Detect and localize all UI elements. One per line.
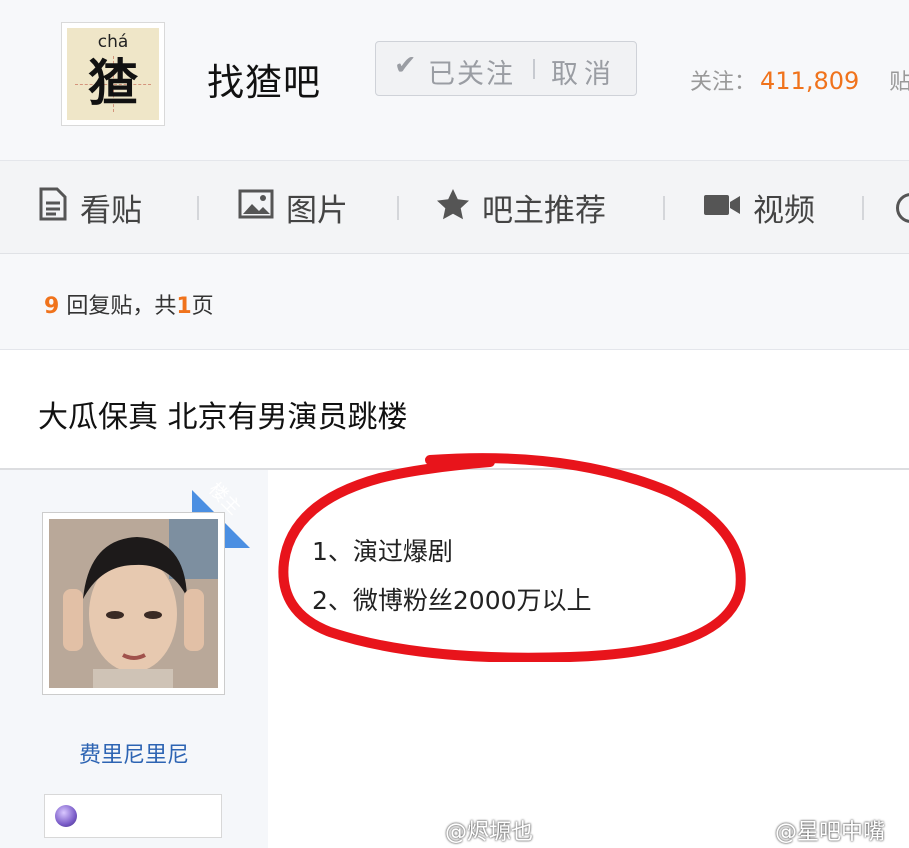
- reply-suffix: 回复贴，共: [66, 294, 177, 319]
- thread-title: 大瓜保真 北京有男演员跳楼: [38, 400, 408, 435]
- red-circle-annotation: [278, 453, 746, 662]
- page-suffix: 页: [191, 294, 214, 319]
- video-camera-icon: [703, 190, 741, 226]
- tab-divider: [663, 196, 665, 220]
- followers-count: 411,809: [760, 67, 860, 95]
- reply-summary-text: 9 回复贴，共1页: [44, 288, 214, 320]
- star-icon: [436, 188, 470, 228]
- tab-videos[interactable]: 视频: [703, 185, 815, 229]
- follow-button-divider: [533, 59, 535, 79]
- watermark-text: @星吧中嘴: [775, 820, 886, 845]
- followers-label: 关注：: [690, 70, 757, 95]
- bar-title[interactable]: 找猹吧: [207, 52, 321, 106]
- tab-posts[interactable]: 看贴: [38, 185, 142, 229]
- image-icon: [238, 189, 274, 227]
- tab-posts-label: 看贴: [80, 193, 142, 229]
- tab-videos-label: 视频: [753, 193, 815, 229]
- document-icon: [38, 187, 68, 229]
- bar-logo[interactable]: chá 猹: [61, 22, 165, 126]
- reply-summary: 9 回复贴，共1页: [0, 254, 909, 350]
- unfollow-button[interactable]: 取消: [551, 52, 617, 91]
- avatar[interactable]: [42, 512, 225, 695]
- weibo-icon: [415, 819, 441, 847]
- tab-nav: 看贴 图片 吧主推荐 视频: [0, 161, 909, 254]
- weibo-icon: [745, 819, 771, 847]
- watermark: @星吧中嘴: [745, 814, 885, 847]
- posts-label: 贴: [889, 70, 909, 95]
- tab-featured-label: 吧主推荐: [482, 193, 606, 229]
- level-badge-icon: [55, 805, 77, 827]
- bar-stats: 关注： 411,809 贴: [690, 64, 909, 96]
- avatar-image: [49, 519, 218, 688]
- logo-character: 猹: [88, 54, 138, 112]
- watermark: @烬塬也: [415, 814, 533, 847]
- follow-button[interactable]: ✔ 已关注 取消: [375, 41, 637, 96]
- logo-pinyin: chá: [97, 32, 129, 52]
- tab-divider: [197, 196, 199, 220]
- author-badge[interactable]: [44, 794, 222, 838]
- page-count: 1: [176, 294, 192, 319]
- tab-featured[interactable]: 吧主推荐: [436, 185, 606, 229]
- tab-divider: [862, 196, 864, 220]
- tab-divider: [397, 196, 399, 220]
- check-icon: ✔: [394, 50, 417, 81]
- forum-header: chá 猹 找猹吧 ✔ 已关注 取消 关注： 411,809 贴: [0, 0, 909, 161]
- more-tab-icon[interactable]: [896, 193, 909, 223]
- tab-images-label: 图片: [286, 193, 348, 229]
- logo-image: chá 猹: [67, 28, 159, 120]
- author-name-link[interactable]: 费里尼里尼: [0, 737, 268, 769]
- reply-count: 9: [44, 294, 60, 319]
- watermark-text: @烬塬也: [445, 820, 534, 845]
- followed-label: 已关注: [428, 59, 515, 90]
- tab-images[interactable]: 图片: [238, 185, 348, 229]
